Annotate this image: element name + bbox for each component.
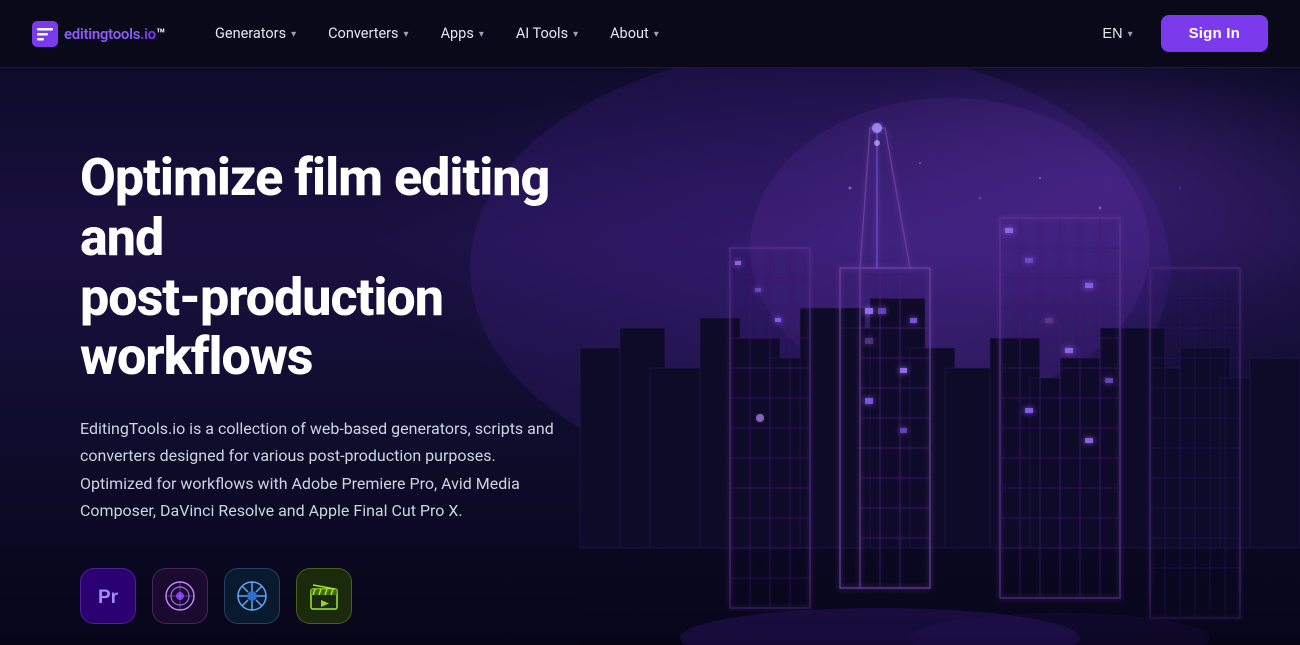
sign-in-button[interactable]: Sign In — [1161, 15, 1268, 52]
davinci-resolve-icon[interactable] — [152, 568, 208, 624]
nav-links: Generators ▾ Converters ▾ Apps ▾ AI Tool… — [201, 17, 673, 50]
aitools-chevron-icon: ▾ — [573, 29, 578, 40]
app-icons-row: Pr — [80, 568, 580, 624]
hero-content: Optimize film editing and post-productio… — [0, 68, 580, 624]
davinci-icon-svg — [161, 577, 199, 615]
nav-item-apps[interactable]: Apps ▾ — [427, 17, 498, 50]
avid-media-composer-icon[interactable] — [224, 568, 280, 624]
svg-text:Pr: Pr — [98, 587, 119, 608]
apps-chevron-icon: ▾ — [479, 29, 484, 40]
lang-chevron-icon: ▾ — [1128, 29, 1133, 40]
final-cut-pro-icon[interactable] — [296, 568, 352, 624]
hero-section: Optimize film editing and post-productio… — [0, 68, 1300, 645]
finalcut-icon-svg — [305, 577, 343, 615]
about-chevron-icon: ▾ — [654, 29, 659, 40]
logo[interactable]: editingtools.io™ — [32, 21, 165, 47]
premiere-icon-svg: Pr — [92, 580, 124, 612]
nav-item-converters[interactable]: Converters ▾ — [314, 17, 422, 50]
hero-description: EditingTools.io is a collection of web-b… — [80, 415, 570, 524]
nav-item-generators[interactable]: Generators ▾ — [201, 17, 310, 50]
nav-item-aitools[interactable]: AI Tools ▾ — [502, 17, 592, 50]
hero-title: Optimize film editing and post-productio… — [80, 148, 580, 387]
navbar: editingtools.io™ Generators ▾ Converters… — [0, 0, 1300, 68]
premiere-pro-icon[interactable]: Pr — [80, 568, 136, 624]
logo-text-plain: editingtools — [64, 25, 140, 43]
nav-right: EN ▾ Sign In — [1090, 15, 1268, 52]
generators-chevron-icon: ▾ — [291, 29, 296, 40]
nav-left: editingtools.io™ Generators ▾ Converters… — [32, 17, 673, 50]
language-selector[interactable]: EN ▾ — [1090, 18, 1144, 50]
logo-text-accent: .io — [140, 25, 156, 43]
avid-icon-svg — [233, 577, 271, 615]
logo-icon — [32, 21, 58, 47]
converters-chevron-icon: ▾ — [404, 29, 409, 40]
nav-item-about[interactable]: About ▾ — [596, 17, 673, 50]
logo-text: editingtools.io™ — [64, 25, 165, 43]
